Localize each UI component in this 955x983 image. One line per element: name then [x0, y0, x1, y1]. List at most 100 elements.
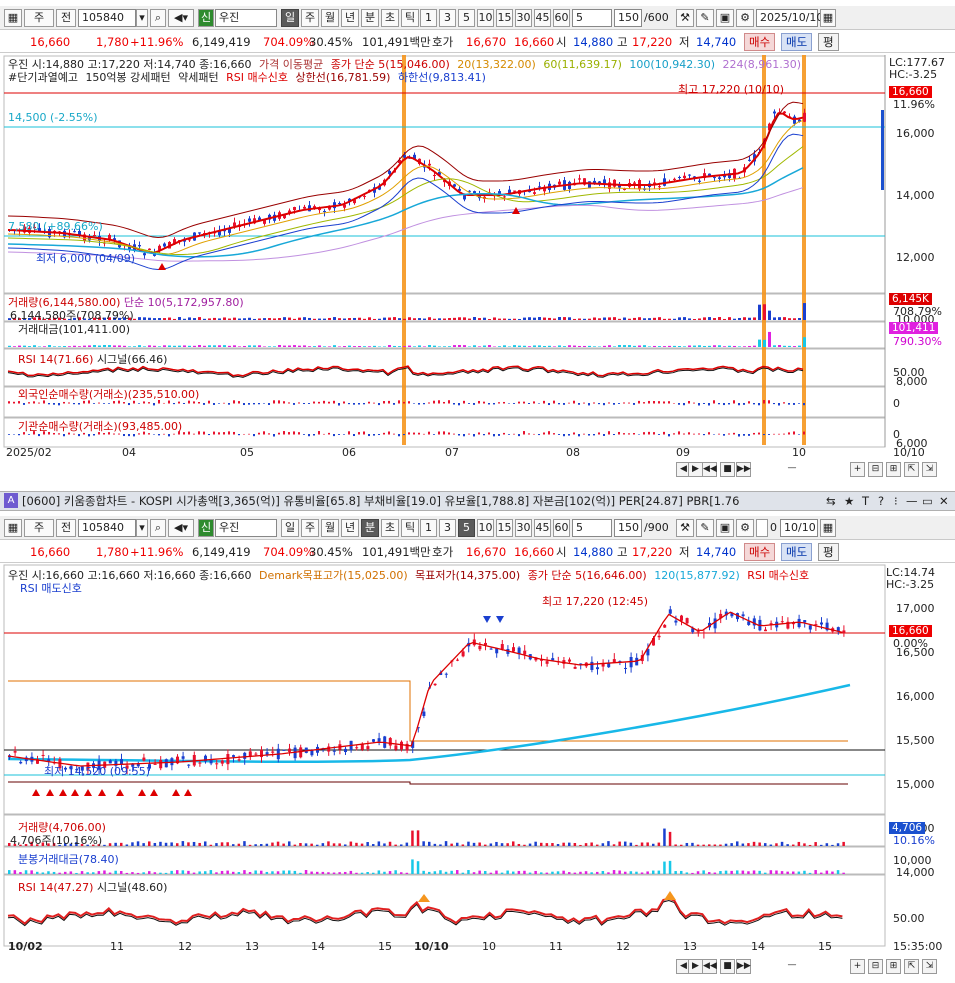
zoom-bar-icon[interactable]: —	[756, 959, 828, 974]
number-tab-5[interactable]: 30	[515, 9, 532, 27]
number-tab-b-4[interactable]: 15	[496, 519, 513, 537]
search-icon[interactable]: ⌕	[150, 9, 166, 27]
rewind-icon[interactable]: ◀◀	[702, 959, 717, 974]
grid-icon[interactable]: ▦	[4, 9, 22, 27]
market-type-select-2[interactable]: 주	[24, 519, 54, 537]
range-input-2[interactable]: 150	[614, 519, 642, 537]
collapse-icon[interactable]: ⊟	[868, 462, 883, 477]
tools-icon-2[interactable]: ⚒	[676, 519, 694, 537]
date-input-2[interactable]: 10/10	[780, 519, 818, 537]
period-tab-3[interactable]: 년	[341, 9, 359, 27]
star-icon[interactable]: ★	[844, 492, 854, 510]
save-icon[interactable]: ▣	[716, 9, 734, 27]
scroll-right-icon[interactable]: ▶	[688, 462, 703, 477]
period-tab-b-5[interactable]: 초	[381, 519, 399, 537]
period-tab-0[interactable]: 일	[281, 9, 299, 27]
calendar-icon[interactable]: ▦	[820, 9, 836, 27]
checkbox-icon[interactable]	[756, 519, 768, 537]
period-tab-b-2[interactable]: 월	[321, 519, 339, 537]
count-select[interactable]: 5	[572, 9, 612, 27]
number-tab-4[interactable]: 15	[496, 9, 513, 27]
chevron-down-icon[interactable]: ▾	[136, 9, 148, 27]
period-tab-2[interactable]: 월	[321, 9, 339, 27]
date-tick-4: 07	[445, 446, 459, 459]
period-tab-1[interactable]: 주	[301, 9, 319, 27]
period-tab-b-0[interactable]: 일	[281, 519, 299, 537]
maximize-icon[interactable]: ▭	[922, 492, 933, 510]
collapse-icon[interactable]: ⊟	[868, 959, 883, 974]
stock-name-field[interactable]: 우진	[215, 9, 277, 27]
scroll-right-icon[interactable]: ▶	[688, 959, 703, 974]
eval-button-2[interactable]: 평	[818, 543, 839, 561]
buy-button-2[interactable]: 매수	[744, 543, 776, 561]
zoom-bar-icon[interactable]: —	[756, 462, 828, 477]
period-tab-b-6[interactable]: 틱	[401, 519, 419, 537]
forward-icon[interactable]: ▶▶	[736, 959, 751, 974]
volume-icon[interactable]: ◀▾	[168, 9, 194, 27]
font-icon[interactable]: T	[862, 492, 869, 510]
number-tab-1[interactable]: 3	[439, 9, 456, 27]
period-tab-b-4[interactable]: 분	[361, 519, 379, 537]
stock-name-field-2[interactable]: 우진	[215, 519, 277, 537]
stock-code-input[interactable]: 105840	[78, 9, 136, 27]
period-tab-b-3[interactable]: 년	[341, 519, 359, 537]
sell-button-2[interactable]: 매도	[781, 543, 813, 561]
stop-icon[interactable]: ■	[720, 959, 735, 974]
prev-button[interactable]: 전	[56, 9, 76, 27]
number-tab-b-1[interactable]: 3	[439, 519, 456, 537]
draw-icon[interactable]: ✎	[696, 9, 714, 27]
shrink-icon[interactable]: ⇱	[904, 959, 919, 974]
stock-code-input-2[interactable]: 105840	[78, 519, 136, 537]
period-tab-4[interactable]: 분	[361, 9, 379, 27]
expand-icon[interactable]: ⊞	[886, 959, 901, 974]
gear-icon-2[interactable]: ⚙	[736, 519, 754, 537]
minimize-icon[interactable]: —	[906, 492, 918, 510]
menu-icon[interactable]: ⁝	[894, 492, 898, 510]
sell-button[interactable]: 매도	[781, 33, 813, 51]
number-tab-2[interactable]: 5	[458, 9, 475, 27]
period-tab-6[interactable]: 틱	[401, 9, 419, 27]
link-icon[interactable]: ⇆	[826, 492, 836, 510]
volume-icon-2[interactable]: ◀▾	[168, 519, 194, 537]
range-input[interactable]: 150	[614, 9, 642, 27]
number-tab-b-6[interactable]: 45	[534, 519, 551, 537]
save-icon-2[interactable]: ▣	[716, 519, 734, 537]
number-tab-3[interactable]: 10	[477, 9, 494, 27]
daily-price-chart[interactable]	[0, 55, 955, 465]
calendar-icon-2[interactable]: ▦	[820, 519, 836, 537]
grow-icon[interactable]: ⇲	[922, 959, 937, 974]
shrink-icon[interactable]: ⇱	[904, 462, 919, 477]
number-tab-0[interactable]: 1	[420, 9, 437, 27]
number-tab-b-7[interactable]: 60	[553, 519, 570, 537]
rewind-icon[interactable]: ◀◀	[702, 462, 717, 477]
date-input[interactable]: 2025/10/10	[756, 9, 823, 27]
number-tab-7[interactable]: 60	[553, 9, 570, 27]
expand-icon[interactable]: ⊞	[886, 462, 901, 477]
number-tab-b-0[interactable]: 1	[420, 519, 437, 537]
gear-icon[interactable]: ⚙	[736, 9, 754, 27]
draw-icon-2[interactable]: ✎	[696, 519, 714, 537]
number-tab-6[interactable]: 45	[534, 9, 551, 27]
number-tab-b-2[interactable]: 5	[458, 519, 475, 537]
tools-icon[interactable]: ⚒	[676, 9, 694, 27]
search-icon-2[interactable]: ⌕	[150, 519, 166, 537]
zoom-in-icon[interactable]: +	[850, 959, 865, 974]
close-icon[interactable]: ✕	[939, 492, 949, 510]
count-select-2[interactable]: 5	[572, 519, 612, 537]
number-tab-b-5[interactable]: 30	[515, 519, 532, 537]
number-tab-b-3[interactable]: 10	[477, 519, 494, 537]
chevron-down-icon-2[interactable]: ▾	[136, 519, 148, 537]
help-icon[interactable]: ?	[878, 492, 884, 510]
forward-icon[interactable]: ▶▶	[736, 462, 751, 477]
period-tab-b-1[interactable]: 주	[301, 519, 319, 537]
buy-button[interactable]: 매수	[744, 33, 776, 51]
volume-bar	[593, 317, 596, 320]
grid-icon-2[interactable]: ▦	[4, 519, 22, 537]
period-tab-5[interactable]: 초	[381, 9, 399, 27]
prev-button-2[interactable]: 전	[56, 519, 76, 537]
zoom-in-icon[interactable]: +	[850, 462, 865, 477]
stop-icon[interactable]: ■	[720, 462, 735, 477]
eval-button[interactable]: 평	[818, 33, 839, 51]
market-type-select[interactable]: 주	[24, 9, 54, 27]
grow-icon[interactable]: ⇲	[922, 462, 937, 477]
